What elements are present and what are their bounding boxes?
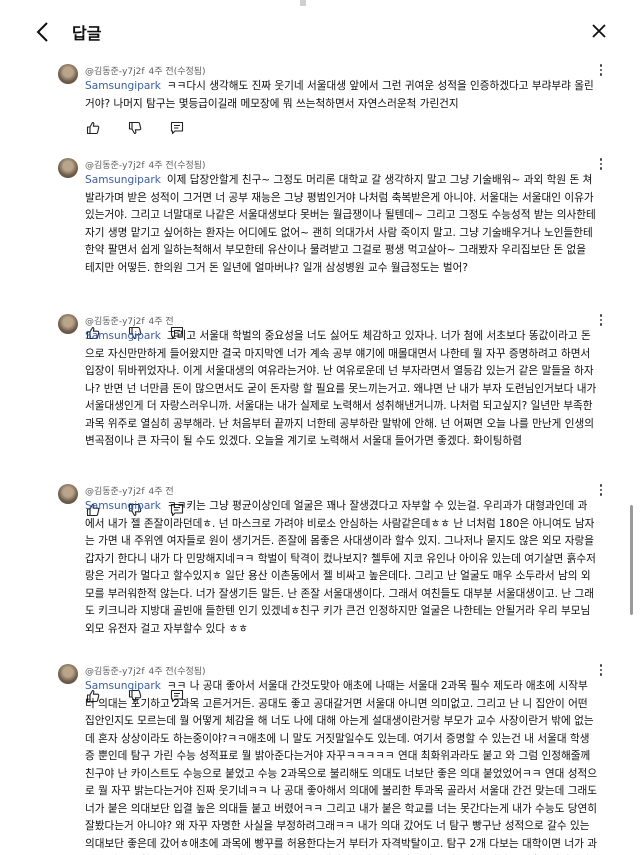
avatar[interactable] xyxy=(58,314,78,334)
avatar[interactable] xyxy=(58,484,78,504)
reply-icon[interactable] xyxy=(170,120,184,135)
timestamp[interactable]: 4주 전 xyxy=(149,487,174,497)
scrollbar-thumb[interactable] xyxy=(630,505,633,615)
more-options-icon[interactable] xyxy=(598,64,604,78)
reply-content: ㅋㅋ 나 공대 좋아서 서울대 간것도맞아 애초에 나때는 서울대 2과목 필수… xyxy=(85,680,597,850)
mention-link[interactable]: Samsungipark xyxy=(85,80,161,92)
more-options-icon[interactable] xyxy=(598,158,604,172)
reply-text: Samsungipark ㅋㅋ키는 그냥 평균이상인데 얼굴은 꽤나 잘생겼다고 … xyxy=(85,498,597,638)
page-title: 답글 xyxy=(72,24,102,43)
reply-text: Samsungipark 이제 답장안할게 친구~ 그정도 머리론 대학교 갈 생… xyxy=(85,172,597,277)
reply-item: @김동준-y7j2f 4주 전(수정됨) Samsungipark ㅋㅋ 나 공대 … xyxy=(0,658,640,855)
author-name[interactable]: @김동준-y7j2f xyxy=(85,161,145,171)
author-name[interactable]: @김동준-y7j2f xyxy=(85,67,145,77)
author-name[interactable]: @김동준-y7j2f xyxy=(85,667,145,677)
mention-link[interactable]: Samsungipark xyxy=(85,174,161,186)
reply-text: Samsungipark 그리고 서울대 학벌의 중요성을 너도 싫어도 체감하고… xyxy=(85,328,597,451)
reply-actions xyxy=(86,120,206,136)
author-name[interactable]: @김동준-y7j2f xyxy=(85,317,145,327)
reply-meta: @김동준-y7j2f 4주 전 xyxy=(85,314,178,327)
mention-link[interactable]: Samsungipark xyxy=(85,500,161,512)
mention-link[interactable]: Samsungipark xyxy=(85,680,161,692)
timestamp[interactable]: 4주 전(수정됨) xyxy=(149,161,206,171)
thumbs-up-icon[interactable] xyxy=(86,120,100,135)
reply-text: Samsungipark ㅋㅋ 나 공대 좋아서 서울대 간것도맞아 애초에 나때… xyxy=(85,678,597,855)
reply-content: 이제 답장안할게 친구~ 그정도 머리론 대학교 갈 생각하지 말고 그냥 기술… xyxy=(85,174,596,274)
timestamp[interactable]: 4주 전(수정됨) xyxy=(149,67,206,77)
reply-meta: @김동준-y7j2f 4주 전(수정됨) xyxy=(85,64,210,77)
more-options-icon[interactable] xyxy=(598,664,604,678)
reply-meta: @김동준-y7j2f 4주 전 xyxy=(85,484,178,497)
thumbs-down-icon[interactable] xyxy=(128,120,142,135)
reply-content: ㅋㅋ다시 생각해도 진짜 웃기네 서울대생 앞에서 그런 귀여운 성적을 인증하… xyxy=(85,80,594,110)
reply-content: ㅋㅋ키는 그냥 평균이상인데 얼굴은 꽤나 잘생겼다고 자부할 수 있는걸. 우… xyxy=(85,500,596,635)
timestamp[interactable]: 4주 전(수정됨) xyxy=(149,667,206,677)
reply-item: @김동준-y7j2f 4주 전(수정됨) Samsungipark ㅋㅋ다시 생각해… xyxy=(0,58,640,150)
avatar[interactable] xyxy=(58,664,78,684)
avatar[interactable] xyxy=(58,64,78,84)
reply-text: Samsungipark ㅋㅋ다시 생각해도 진짜 웃기네 서울대생 앞에서 그런… xyxy=(85,78,597,113)
close-icon[interactable] xyxy=(590,22,608,40)
mention-link[interactable]: Samsungipark xyxy=(85,330,161,342)
reply-meta: @김동준-y7j2f 4주 전(수정됨) xyxy=(85,664,210,677)
more-options-icon[interactable] xyxy=(598,484,604,498)
drag-handle[interactable] xyxy=(300,0,306,6)
reply-content: 그리고 서울대 학벌의 중요성을 너도 싫어도 체감하고 있자나. 너가 첨에 … xyxy=(85,330,597,447)
avatar[interactable] xyxy=(58,158,78,178)
back-arrow-icon[interactable] xyxy=(32,20,54,44)
timestamp[interactable]: 4주 전 xyxy=(149,317,174,327)
scrollbar-track[interactable] xyxy=(630,58,634,855)
author-name[interactable]: @김동준-y7j2f xyxy=(85,487,145,497)
header-bar: 답글 xyxy=(0,0,640,58)
more-options-icon[interactable] xyxy=(598,314,604,328)
replies-list: @김동준-y7j2f 4주 전(수정됨) Samsungipark ㅋㅋ다시 생각해… xyxy=(0,58,640,855)
reply-meta: @김동준-y7j2f 4주 전(수정됨) xyxy=(85,158,210,171)
